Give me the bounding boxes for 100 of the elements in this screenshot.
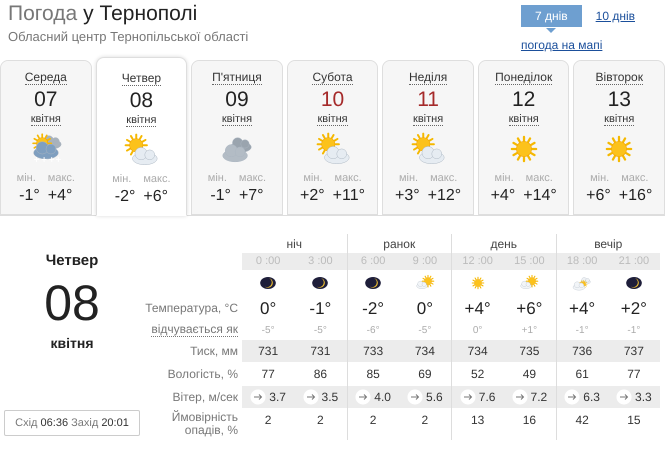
day-card[interactable]: Понеділок 12 квітня мін. макс. +4° +14° <box>478 60 570 215</box>
weekday-label: Середа <box>24 71 67 85</box>
pressure: 731 <box>310 343 330 360</box>
max-label: макс. <box>143 172 171 187</box>
temperature: 0° <box>416 298 433 320</box>
wind-speed: 6.3 <box>583 389 600 406</box>
max-temperature: +7° <box>238 186 264 204</box>
day-card[interactable]: Субота 10 квітня мін. макс. +2° +11° <box>286 60 378 215</box>
page-title: Погода <box>8 1 78 27</box>
row-label: Температура, °C <box>144 300 239 318</box>
min-temperature: -2° <box>114 188 136 206</box>
min-temperature: +4° <box>490 186 516 204</box>
feels-like: 0° <box>472 324 482 338</box>
feels-like: -5° <box>418 324 432 338</box>
range-tab[interactable]: 10 днів <box>596 7 635 25</box>
wind-speed: 4.0 <box>374 389 391 406</box>
humidity: 69 <box>418 366 432 383</box>
day-card[interactable]: Середа 07 квітня мін. макс. -1° +4° <box>0 60 92 215</box>
min-label: мін. <box>112 172 132 187</box>
max-label: макс. <box>430 171 458 186</box>
weekday-label: Понеділок <box>495 71 552 85</box>
pressure: 735 <box>519 343 540 360</box>
max-temperature: +4° <box>48 186 72 204</box>
max-label: макс. <box>526 171 553 186</box>
weekday-label: Субота <box>312 71 353 85</box>
date-number: 13 <box>608 87 631 113</box>
max-temperature: +11° <box>332 186 366 204</box>
temperature: -2° <box>362 298 384 320</box>
humidity: 85 <box>366 366 380 383</box>
humidity: 77 <box>261 366 275 383</box>
feels-like: -1° <box>576 324 589 338</box>
humidity: 77 <box>627 366 641 383</box>
temperature: -1° <box>309 298 332 320</box>
min-label: мін. <box>398 171 418 186</box>
date-number: 12 <box>512 87 536 113</box>
min-label: мін. <box>303 171 322 186</box>
humidity: 52 <box>470 366 484 383</box>
month-label: квітня <box>222 113 252 126</box>
feels-like: -1° <box>627 324 640 338</box>
month-label: квітня <box>413 113 444 126</box>
min-temperature: +6° <box>586 186 611 204</box>
min-temperature: +3° <box>395 186 420 204</box>
wind-speed: 7.2 <box>530 389 548 406</box>
min-temperature: -1° <box>210 186 231 204</box>
pressure: 737 <box>624 343 644 360</box>
period-label: ранок <box>383 236 416 252</box>
row-label: Вологість, % <box>166 366 239 382</box>
precipitation: 2 <box>317 412 324 429</box>
map-link[interactable]: погода на мапі <box>520 36 602 54</box>
day-card[interactable]: Неділя 11 квітня мін. макс. +3° +12° <box>382 60 474 215</box>
day-card[interactable]: Вівторок 13 квітня мін. макс. +6° +16° <box>573 60 665 215</box>
row-label: Тиск, мм <box>189 342 239 360</box>
pressure: 731 <box>258 343 278 360</box>
selected-date: 08 <box>44 274 100 330</box>
precipitation: 13 <box>470 412 484 429</box>
row-label: Вітер, м/сек <box>171 388 239 406</box>
tab-pointer-icon <box>546 28 556 33</box>
period-label: вечір <box>594 236 622 252</box>
wind-speed: 5.6 <box>426 389 443 406</box>
pressure: 734 <box>468 343 488 360</box>
period-label: ніч <box>286 236 302 252</box>
precipitation: 16 <box>522 412 536 429</box>
temperature: +6° <box>516 298 542 320</box>
max-label: макс. <box>48 171 75 186</box>
pressure: 734 <box>414 343 435 360</box>
temperature: +2° <box>620 298 647 320</box>
min-label: мін. <box>208 171 227 186</box>
sun-times: Схід 06:36 Захід 20:01 <box>4 410 140 436</box>
feels-like: +1° <box>522 324 538 338</box>
max-temperature: +12° <box>428 186 462 204</box>
pressure: 736 <box>572 343 592 360</box>
row-label: Ймовірність опадів, % <box>170 409 239 439</box>
date-number: 08 <box>130 88 154 114</box>
precipitation: 2 <box>264 412 272 429</box>
weekday-label: П'ятниця <box>212 71 262 85</box>
date-number: 09 <box>225 87 249 113</box>
selected-month: квітня <box>50 334 94 352</box>
min-label: мін. <box>590 171 610 186</box>
weekday-label: Неділя <box>408 71 448 85</box>
city-name: у Тернополі <box>83 1 198 27</box>
period-label: день <box>490 236 518 252</box>
temperature: +4° <box>569 298 596 320</box>
month-label: квітня <box>508 113 539 126</box>
date-number: 10 <box>320 87 344 113</box>
weekday-label: Четвер <box>122 72 162 86</box>
weekday-label: Вівторок <box>596 71 643 85</box>
feels-like: -6° <box>366 324 380 338</box>
humidity: 49 <box>522 366 536 383</box>
feels-like: -5° <box>314 324 327 338</box>
max-temperature: +6° <box>143 188 168 206</box>
min-temperature: -1° <box>19 186 40 204</box>
wind-speed: 3.3 <box>635 389 652 406</box>
day-card[interactable]: Четвер 08 квітня мін. макс. -2° +6° <box>96 57 188 216</box>
month-label: квітня <box>126 114 156 127</box>
month-label: квітня <box>30 113 61 126</box>
precipitation: 15 <box>627 412 641 429</box>
wind-speed: 3.7 <box>269 389 286 406</box>
row-label: відчувається як <box>151 323 238 337</box>
date-number: 11 <box>417 87 439 113</box>
day-card[interactable]: П'ятниця 09 квітня мін. макс. -1° +7° <box>191 60 283 215</box>
